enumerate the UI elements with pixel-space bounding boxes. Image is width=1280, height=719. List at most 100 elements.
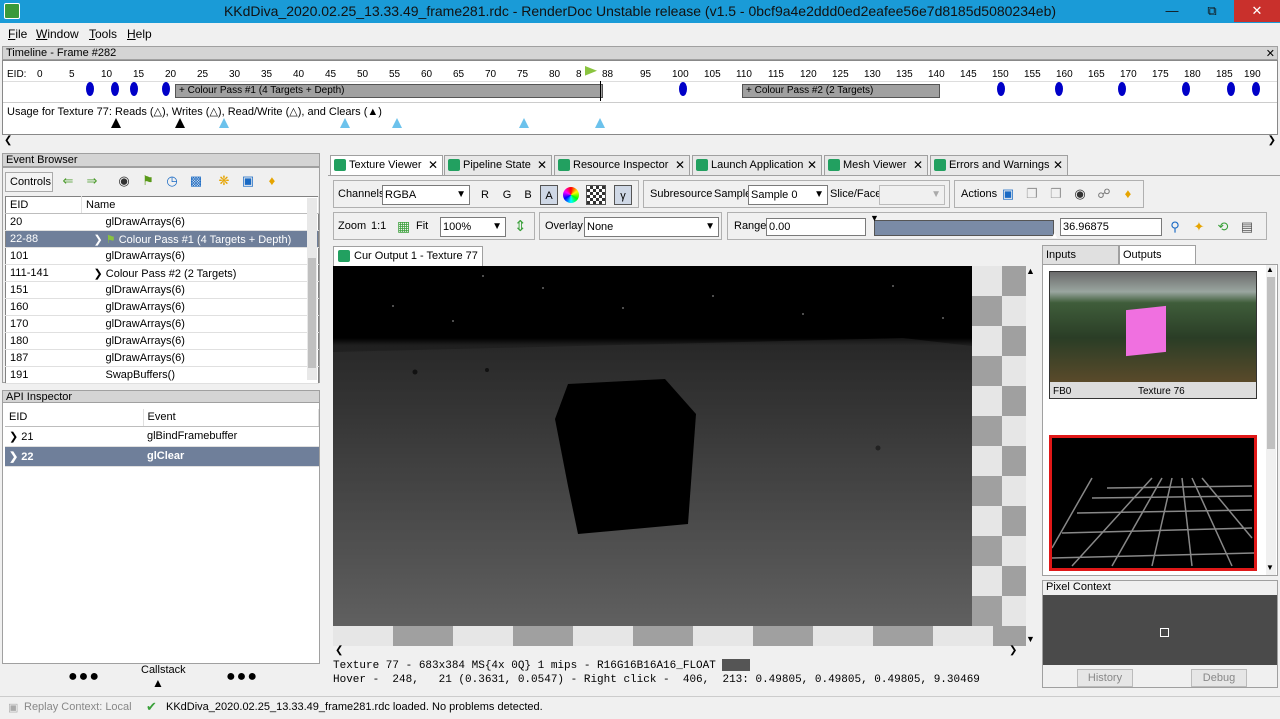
fit-icon[interactable]: ▦	[397, 218, 410, 235]
table-row[interactable]: ❯ 22 glClear	[5, 446, 319, 467]
tab-inputs[interactable]: Inputs	[1042, 245, 1119, 264]
tab-pipeline-state[interactable]: Pipeline State ✕	[444, 155, 552, 175]
expand-callstack-icon[interactable]: ▲	[152, 676, 164, 690]
timeline[interactable]: EID: 0 5 10 15 20 25 30 35 40 45 50 55 60 65 70 75 80 8 88…	[2, 48, 1278, 135]
zoom-range-icon[interactable]: ⚲	[1166, 218, 1184, 236]
stats-icon[interactable]: ▩	[187, 172, 205, 190]
scroll-up-icon[interactable]: ▲	[1026, 266, 1035, 276]
more-dots-icon[interactable]: ●●●	[68, 668, 100, 686]
tab-resource-inspector[interactable]: Resource Inspector ✕	[554, 155, 690, 175]
table-row[interactable]: 160 glDrawArrays(6)	[5, 298, 319, 316]
channels-select[interactable]: RGBA ▼	[382, 185, 470, 205]
close-tab-icon[interactable]: ✕	[537, 156, 547, 174]
scroll-left-icon[interactable]: ❮	[4, 135, 12, 146]
close-icon[interactable]: ✕	[1234, 0, 1280, 22]
event-column-header[interactable]: Event	[143, 409, 319, 427]
tab-cur-output[interactable]: Cur Output 1 - Texture 77	[333, 246, 483, 266]
event-marker[interactable]	[679, 82, 687, 96]
colour-pass-1-bar[interactable]: + Colour Pass #1 (4 Targets + Depth)	[175, 84, 603, 98]
save-icon[interactable]: ▣	[239, 172, 257, 190]
next-icon[interactable]: ⇒	[83, 172, 101, 190]
range-min-handle-icon[interactable]: ▼	[870, 213, 879, 223]
previous-icon[interactable]: ⇐	[59, 172, 77, 190]
channel-green-toggle[interactable]: G	[498, 185, 516, 205]
reset-range-icon[interactable]: ⟲	[1214, 218, 1232, 236]
channel-alpha-toggle[interactable]: A	[540, 185, 558, 205]
colour-pass-2-bar[interactable]: + Colour Pass #2 (2 Targets)	[742, 84, 940, 98]
event-marker[interactable]	[1055, 82, 1063, 96]
event-marker[interactable]	[997, 82, 1005, 96]
range-histogram-slider[interactable]	[874, 220, 1054, 236]
zoom-select[interactable]: 100% ▼	[440, 217, 506, 237]
open-icon[interactable]: ❒	[1047, 185, 1065, 203]
scroll-right-icon[interactable]: ❯	[1268, 135, 1276, 146]
range-max-handle-icon[interactable]: ▲	[1050, 230, 1059, 240]
table-row[interactable]: 20 glDrawArrays(6)	[5, 213, 319, 231]
event-marker[interactable]	[86, 82, 94, 96]
scroll-down-icon[interactable]: ▼	[1026, 634, 1035, 644]
gamma-toggle[interactable]: γ	[614, 185, 632, 205]
settings-gear-icon[interactable]: ❋	[215, 172, 233, 190]
flip-vertical-icon[interactable]: ⇕	[514, 217, 527, 235]
close-tab-icon[interactable]: ✕	[1053, 156, 1063, 174]
find-icon[interactable]: ◉	[1071, 185, 1089, 203]
viewport-vscrollbar[interactable]: ▲ ▼	[1026, 266, 1035, 646]
expand-chevron-icon[interactable]: ❯	[9, 451, 21, 463]
tab-outputs[interactable]: Outputs	[1119, 245, 1196, 264]
table-row[interactable]: 151 glDrawArrays(6)	[5, 281, 319, 299]
event-marker[interactable]	[130, 82, 138, 96]
tab-errors-and-warnings[interactable]: Errors and Warnings ✕	[930, 155, 1068, 175]
auto-fit-wand-icon[interactable]: ✦	[1190, 218, 1208, 236]
menu-file[interactable]: File	[8, 27, 27, 41]
history-button[interactable]: History	[1077, 669, 1133, 687]
expand-chevron-icon[interactable]: ❯	[9, 431, 21, 443]
fit-button[interactable]: Fit	[416, 220, 428, 232]
outputs-scrollbar[interactable]: ▲ ▼	[1266, 265, 1276, 575]
thumbnail-fb0[interactable]: FB0 Texture 76	[1049, 271, 1257, 399]
sample-select[interactable]: Sample 0 ▼	[748, 185, 828, 205]
timeline-scrollbar[interactable]: ❮ ❯	[2, 135, 1278, 148]
close-tab-icon[interactable]: ✕	[675, 156, 685, 174]
name-column-header[interactable]: Name	[81, 196, 319, 214]
scroll-up-icon[interactable]: ▲	[1266, 265, 1274, 274]
table-row[interactable]: 191 SwapBuffers()	[5, 366, 319, 384]
restore-icon[interactable]: ⧉	[1196, 0, 1228, 22]
tab-mesh-viewer[interactable]: Mesh Viewer ✕	[824, 155, 928, 175]
channel-blue-toggle[interactable]: B	[519, 185, 537, 205]
puzzle-icon[interactable]: ♦	[263, 172, 281, 190]
collapse-chevron-icon[interactable]: ❯	[94, 234, 106, 246]
link-icon[interactable]: ☍	[1095, 185, 1113, 203]
menu-tools[interactable]: Tools	[89, 27, 117, 41]
eid-column-header[interactable]: EID	[5, 196, 82, 214]
event-marker[interactable]	[111, 82, 119, 96]
event-marker[interactable]	[1252, 82, 1260, 96]
timeline-close-icon[interactable]: ✕	[1266, 47, 1275, 60]
timer-icon[interactable]: ◷	[163, 172, 181, 190]
scroll-left-icon[interactable]: ❮	[335, 645, 343, 656]
zoom-1-1-button[interactable]: 1:1	[371, 220, 386, 232]
table-row[interactable]: 101 glDrawArrays(6)	[5, 247, 319, 265]
thumbnail-texture-77[interactable]	[1049, 435, 1257, 571]
table-row[interactable]: 187 glDrawArrays(6)	[5, 349, 319, 367]
menu-help[interactable]: Help	[127, 27, 152, 41]
table-row[interactable]: 170 glDrawArrays(6)	[5, 315, 319, 333]
callstack-label[interactable]: Callstack	[141, 664, 186, 676]
debug-button[interactable]: Debug	[1191, 669, 1247, 687]
event-list-scrollbar[interactable]	[307, 198, 317, 380]
slice-face-select[interactable]: ▼	[879, 185, 945, 205]
close-tab-icon[interactable]: ✕	[428, 156, 438, 174]
color-wheel-icon[interactable]	[563, 187, 579, 203]
close-tab-icon[interactable]: ✕	[807, 156, 817, 174]
event-marker[interactable]	[1182, 82, 1190, 96]
event-marker[interactable]	[162, 82, 170, 96]
texture-viewport[interactable]: ▲ ▼	[333, 266, 1035, 646]
copy-icon[interactable]: ❐	[1023, 185, 1041, 203]
tab-texture-viewer[interactable]: Texture Viewer ✕	[330, 155, 443, 175]
scroll-right-icon[interactable]: ❯	[1009, 645, 1017, 656]
channel-red-toggle[interactable]: R	[476, 185, 494, 205]
scroll-down-icon[interactable]: ▼	[1266, 563, 1274, 572]
expand-chevron-icon[interactable]: ❯	[94, 268, 106, 280]
viewport-hscrollbar[interactable]: ❮ ❯	[333, 645, 1035, 658]
table-row[interactable]: 22-88 ❯ ⚑ Colour Pass #1 (4 Targets + Dep…	[5, 230, 319, 248]
puzzle-icon[interactable]: ♦	[1119, 185, 1137, 203]
